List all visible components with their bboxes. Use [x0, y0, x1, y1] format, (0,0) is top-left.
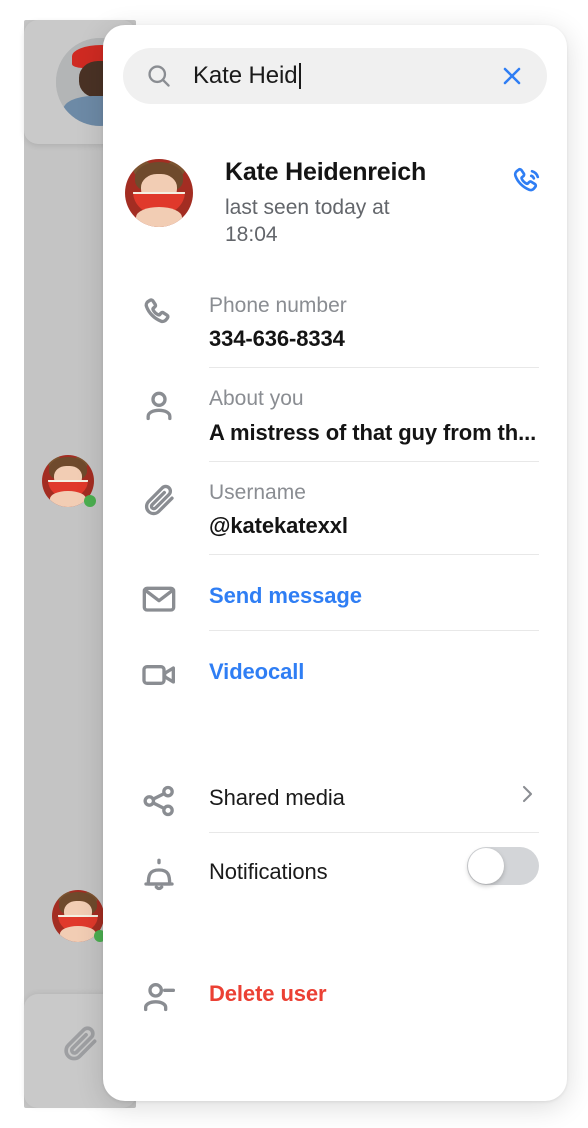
paperclip-icon [133, 480, 185, 520]
send-message-link[interactable]: Send message [209, 583, 539, 609]
bell-icon [133, 855, 185, 895]
row-phone-number[interactable]: Phone number 334-636-8334 [103, 293, 567, 369]
info-rows: Phone number 334-636-8334 About you A mi… [103, 293, 567, 1023]
person-minus-icon [133, 977, 185, 1017]
contact-text-block: Kate Heidenreich last seen today at 18:0… [225, 158, 497, 248]
row-notifications[interactable]: Notifications [103, 846, 567, 907]
delete-user-link[interactable]: Delete user [209, 981, 539, 1007]
row-body: Phone number 334-636-8334 [209, 293, 539, 369]
row-send-message[interactable]: Send message [103, 579, 567, 631]
paperclip-icon [58, 1022, 102, 1066]
contact-name: Kate Heidenreich [225, 158, 427, 186]
contact-header[interactable]: Kate Heidenreich last seen today at 18:0… [125, 135, 549, 267]
person-icon [133, 386, 185, 426]
row-videocall[interactable]: Videocall [103, 655, 567, 707]
contact-info-panel: Kate Heid Kate Heidenreich last seen tod… [103, 25, 567, 1101]
share-icon [133, 781, 185, 821]
row-body: Send message [209, 579, 539, 631]
field-value: A mistress of that guy from th... [209, 419, 537, 445]
field-value: 334-636-8334 [209, 326, 345, 352]
app-root: Kate Heid Kate Heidenreich last seen tod… [0, 0, 588, 1128]
online-status-dot [84, 495, 96, 507]
row-body: Notifications [209, 846, 539, 907]
row-body: Shared media [209, 781, 539, 833]
phone-icon [133, 293, 185, 333]
row-username[interactable]: Username @katekatexxl [103, 480, 567, 556]
row-about-you[interactable]: About you A mistress of that guy from th… [103, 386, 567, 462]
chevron-right-icon[interactable] [515, 782, 539, 806]
search-icon [145, 62, 173, 90]
video-camera-icon [133, 655, 185, 695]
shared-media-label: Shared media [209, 784, 345, 810]
avatar [125, 159, 193, 227]
field-label: About you [209, 387, 304, 411]
clear-search-button[interactable] [497, 61, 527, 91]
search-input-value: Kate Heid [193, 62, 298, 89]
search-bar[interactable]: Kate Heid [123, 48, 547, 104]
envelope-icon [133, 579, 185, 619]
row-body: Username @katekatexxl [209, 480, 539, 556]
notifications-toggle[interactable] [467, 846, 539, 885]
text-cursor [298, 63, 301, 89]
row-body: About you A mistress of that guy from th… [209, 386, 539, 462]
phone-call-icon[interactable] [505, 160, 549, 204]
row-body: Delete user [209, 977, 539, 1023]
toggle-knob [468, 847, 504, 884]
row-body: Videocall [209, 655, 539, 707]
field-value: @katekatexxl [209, 512, 348, 538]
contact-status: last seen today at 18:04 [225, 195, 390, 246]
row-delete-user[interactable]: Delete user [103, 977, 567, 1023]
videocall-link[interactable]: Videocall [209, 659, 539, 685]
field-label: Username [209, 480, 306, 504]
search-input[interactable]: Kate Heid [193, 62, 497, 90]
row-shared-media[interactable]: Shared media [103, 781, 567, 833]
field-label: Phone number [209, 294, 347, 317]
